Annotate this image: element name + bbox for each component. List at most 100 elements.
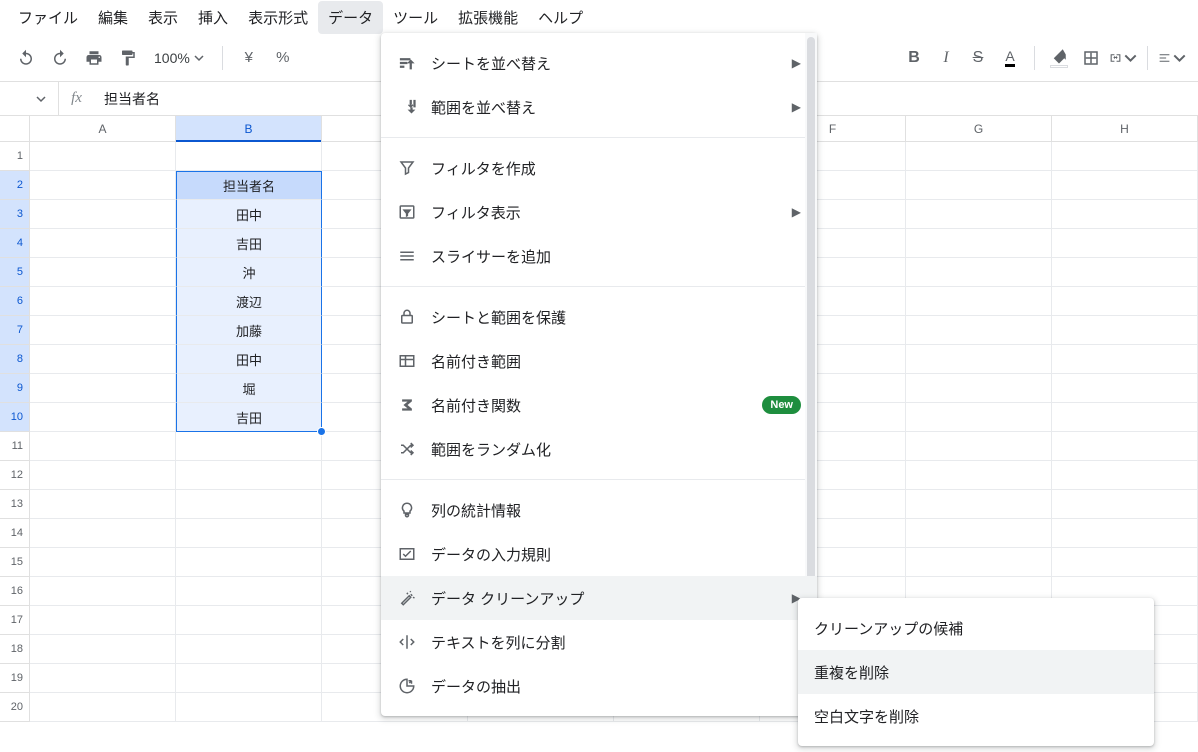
cell[interactable] bbox=[30, 258, 176, 287]
cell[interactable] bbox=[176, 577, 322, 606]
submenu-item-2[interactable]: 空白文字を削除 bbox=[798, 694, 1154, 738]
row-header[interactable]: 14 bbox=[0, 519, 30, 548]
row-header[interactable]: 7 bbox=[0, 316, 30, 345]
cell[interactable] bbox=[176, 606, 322, 635]
row-header[interactable]: 9 bbox=[0, 374, 30, 403]
cell[interactable]: 沖 bbox=[176, 258, 322, 287]
menu-item-named-range[interactable]: 名前付き範囲 bbox=[381, 339, 817, 383]
cell[interactable] bbox=[30, 519, 176, 548]
row-header[interactable]: 19 bbox=[0, 664, 30, 693]
cell[interactable] bbox=[906, 519, 1052, 548]
namebox-dropdown[interactable] bbox=[0, 94, 58, 104]
row-header[interactable]: 10 bbox=[0, 403, 30, 432]
cell[interactable] bbox=[1052, 432, 1198, 461]
cell[interactable] bbox=[176, 432, 322, 461]
row-header[interactable]: 17 bbox=[0, 606, 30, 635]
cell[interactable] bbox=[906, 374, 1052, 403]
cell[interactable]: 堀 bbox=[176, 374, 322, 403]
menu-item-wand[interactable]: データ クリーンアップ▶ bbox=[381, 576, 817, 620]
menubar-item-1[interactable]: 編集 bbox=[88, 1, 138, 34]
cell[interactable] bbox=[906, 171, 1052, 200]
merge-button[interactable] bbox=[1109, 44, 1137, 72]
row-header[interactable]: 2 bbox=[0, 171, 30, 200]
cell[interactable] bbox=[30, 229, 176, 258]
cell[interactable] bbox=[906, 229, 1052, 258]
col-header-B[interactable]: B bbox=[176, 116, 322, 141]
submenu-item-1[interactable]: 重複を削除 bbox=[798, 650, 1154, 694]
cell[interactable] bbox=[1052, 548, 1198, 577]
menubar-item-4[interactable]: 表示形式 bbox=[238, 1, 318, 34]
cell[interactable] bbox=[176, 142, 322, 171]
cell[interactable] bbox=[1052, 142, 1198, 171]
cell[interactable] bbox=[906, 548, 1052, 577]
menubar-item-6[interactable]: ツール bbox=[383, 1, 448, 34]
cell[interactable] bbox=[30, 374, 176, 403]
cell[interactable] bbox=[30, 461, 176, 490]
cell[interactable] bbox=[906, 316, 1052, 345]
cell[interactable] bbox=[176, 693, 322, 722]
select-all-corner[interactable] bbox=[0, 116, 30, 141]
cell[interactable] bbox=[1052, 374, 1198, 403]
cell[interactable] bbox=[906, 287, 1052, 316]
row-header[interactable]: 16 bbox=[0, 577, 30, 606]
cell[interactable] bbox=[176, 490, 322, 519]
cell[interactable] bbox=[30, 635, 176, 664]
cell[interactable] bbox=[1052, 200, 1198, 229]
cell[interactable] bbox=[1052, 316, 1198, 345]
selection-handle[interactable] bbox=[317, 427, 326, 436]
menu-item-bulb[interactable]: 列の統計情報 bbox=[381, 488, 817, 532]
cell[interactable]: 加藤 bbox=[176, 316, 322, 345]
row-header[interactable]: 5 bbox=[0, 258, 30, 287]
menu-item-slicer[interactable]: スライサーを追加 bbox=[381, 234, 817, 278]
menu-item-sort-range[interactable]: 範囲を並べ替え▶ bbox=[381, 85, 817, 129]
row-header[interactable]: 18 bbox=[0, 635, 30, 664]
row-header[interactable]: 4 bbox=[0, 229, 30, 258]
bold-button[interactable]: B bbox=[900, 44, 928, 72]
col-header-G[interactable]: G bbox=[906, 116, 1052, 141]
cell[interactable] bbox=[30, 345, 176, 374]
cell[interactable]: 田中 bbox=[176, 345, 322, 374]
print-button[interactable] bbox=[80, 44, 108, 72]
cell[interactable] bbox=[176, 635, 322, 664]
menu-item-sort-sheet[interactable]: シートを並べ替え▶ bbox=[381, 41, 817, 85]
cell[interactable]: 吉田 bbox=[176, 229, 322, 258]
row-header[interactable]: 12 bbox=[0, 461, 30, 490]
cell[interactable] bbox=[906, 461, 1052, 490]
undo-button[interactable] bbox=[12, 44, 40, 72]
cell[interactable] bbox=[30, 490, 176, 519]
col-header-A[interactable]: A bbox=[30, 116, 176, 141]
cell[interactable] bbox=[1052, 345, 1198, 374]
menubar-item-7[interactable]: 拡張機能 bbox=[448, 1, 528, 34]
cell[interactable] bbox=[30, 287, 176, 316]
menu-item-extract[interactable]: データの抽出 bbox=[381, 664, 817, 708]
row-header[interactable]: 20 bbox=[0, 693, 30, 722]
menu-item-lock[interactable]: シートと範囲を保護 bbox=[381, 295, 817, 339]
menu-item-split[interactable]: テキストを列に分割 bbox=[381, 620, 817, 664]
fill-color-button[interactable] bbox=[1045, 44, 1073, 72]
cell[interactable] bbox=[906, 142, 1052, 171]
cell[interactable] bbox=[30, 142, 176, 171]
cell[interactable] bbox=[176, 548, 322, 577]
cell[interactable] bbox=[906, 258, 1052, 287]
cell[interactable] bbox=[1052, 403, 1198, 432]
cell[interactable]: 担当者名 bbox=[176, 171, 322, 200]
row-header[interactable]: 13 bbox=[0, 490, 30, 519]
cell[interactable] bbox=[30, 693, 176, 722]
row-header[interactable]: 11 bbox=[0, 432, 30, 461]
cell[interactable] bbox=[1052, 229, 1198, 258]
currency-button[interactable]: ¥ bbox=[235, 44, 263, 72]
cell[interactable] bbox=[906, 345, 1052, 374]
cell[interactable] bbox=[906, 200, 1052, 229]
cell[interactable] bbox=[1052, 490, 1198, 519]
zoom-select[interactable]: 100% bbox=[148, 50, 210, 66]
col-header-H[interactable]: H bbox=[1052, 116, 1198, 141]
cell[interactable] bbox=[176, 461, 322, 490]
menu-item-sigma[interactable]: 名前付き関数New bbox=[381, 383, 817, 427]
menubar-item-8[interactable]: ヘルプ bbox=[528, 1, 593, 34]
cell[interactable] bbox=[30, 606, 176, 635]
cell[interactable] bbox=[176, 664, 322, 693]
cell[interactable]: 渡辺 bbox=[176, 287, 322, 316]
cell[interactable] bbox=[1052, 287, 1198, 316]
borders-button[interactable] bbox=[1077, 44, 1105, 72]
cell[interactable]: 田中 bbox=[176, 200, 322, 229]
